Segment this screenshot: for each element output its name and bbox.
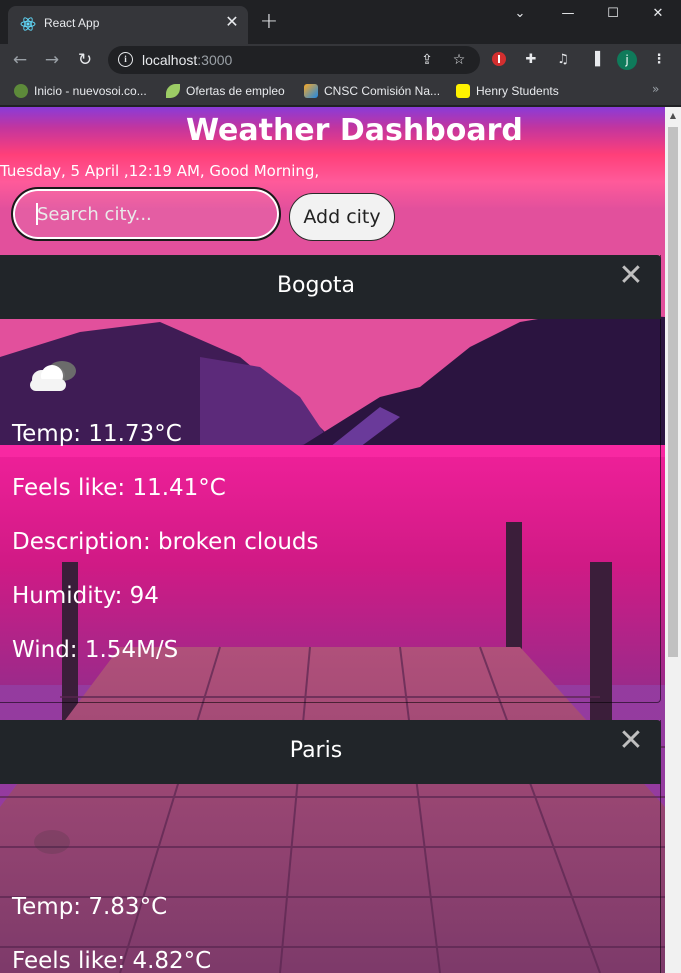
tab-close-icon[interactable]: ✕ xyxy=(224,14,240,30)
card-header: Paris ✕ xyxy=(0,720,661,784)
browser-titlebar: React App ✕ + ⌄ — ☐ ✕ xyxy=(0,0,681,44)
henry-icon xyxy=(456,84,470,98)
browser-tab[interactable]: React App ✕ xyxy=(8,6,248,44)
city-card-paris: Paris ✕ Temp: 7.83°C Feels like: 4.82°C xyxy=(0,720,661,973)
bookmark-star-icon[interactable]: ☆ xyxy=(450,51,468,69)
react-icon xyxy=(20,17,36,31)
page-viewport: Weather Dashboard Tuesday, 5 April ,12:1… xyxy=(0,107,665,973)
side-panel-icon[interactable]: ▐ xyxy=(586,51,604,69)
extensions-puzzle-icon[interactable]: ✚ xyxy=(522,51,540,69)
description-value: Description: broken clouds xyxy=(12,529,319,555)
profile-avatar[interactable]: j xyxy=(617,50,637,70)
cnsc-icon xyxy=(304,84,318,98)
tab-title: React App xyxy=(44,16,100,30)
more-menu-icon[interactable]: ⋮ xyxy=(650,51,668,69)
window-close-icon[interactable]: ✕ xyxy=(646,6,670,22)
temperature-value: Temp: 11.73°C xyxy=(12,421,182,447)
card-header: Bogota ✕ xyxy=(0,255,661,319)
text-cursor xyxy=(36,203,38,225)
reload-icon[interactable]: ↻ xyxy=(75,50,95,70)
add-city-button[interactable]: Add city xyxy=(289,193,395,241)
card-city-name: Paris xyxy=(289,738,343,763)
share-icon[interactable]: ⇪ xyxy=(418,51,436,69)
bookmarks-bar: Inicio - nuevosoi.co... Ofertas de emple… xyxy=(0,76,681,106)
temperature-value: Temp: 7.83°C xyxy=(12,894,168,920)
wind-value: Wind: 1.54M/S xyxy=(12,637,179,663)
browser-toolbar: ← → ↻ i localhost:3000 ⇪ ☆ ✚ ♫ ▐ j ⋮ xyxy=(0,44,681,76)
leaf-icon xyxy=(14,84,28,98)
card-city-name: Bogota xyxy=(276,273,356,298)
lime-leaf-icon xyxy=(166,84,180,98)
close-card-icon[interactable]: ✕ xyxy=(618,261,644,291)
bookmark-item[interactable]: Ofertas de empleo xyxy=(166,83,285,99)
date-greeting: Tuesday, 5 April ,12:19 AM, Good Morning… xyxy=(0,162,320,180)
bookmarks-more-icon[interactable]: » xyxy=(652,82,659,96)
bookmark-item[interactable]: Inicio - nuevosoi.co... xyxy=(14,83,147,99)
page-scrollbar[interactable]: ▲ xyxy=(665,107,681,973)
humidity-value: Humidity: 94 xyxy=(12,583,159,609)
new-tab-button[interactable]: + xyxy=(258,11,280,34)
weather-icon xyxy=(34,830,70,854)
extension-shield-icon[interactable] xyxy=(490,51,508,69)
back-arrow-icon[interactable]: ← xyxy=(10,50,30,70)
search-city-input[interactable] xyxy=(11,187,281,241)
city-card-bogota: Bogota ✕ Temp: 11.73°C Feels like: 11.41… xyxy=(0,255,661,703)
broken-clouds-icon xyxy=(30,361,76,391)
scrollbar-thumb[interactable] xyxy=(668,127,678,657)
bookmark-item[interactable]: Henry Students xyxy=(456,83,559,99)
address-bar[interactable]: i localhost:3000 ⇪ ☆ xyxy=(108,46,480,74)
minimize-icon[interactable]: — xyxy=(556,6,580,22)
site-info-icon[interactable]: i xyxy=(118,52,133,67)
feels-like-value: Feels like: 11.41°C xyxy=(12,475,226,501)
media-queue-icon[interactable]: ♫ xyxy=(554,51,572,69)
close-card-icon[interactable]: ✕ xyxy=(618,726,644,756)
scroll-up-icon[interactable]: ▲ xyxy=(668,111,678,121)
forward-arrow-icon[interactable]: → xyxy=(42,50,62,70)
feels-like-value: Feels like: 4.82°C xyxy=(12,948,212,973)
tab-search-icon[interactable]: ⌄ xyxy=(508,6,532,22)
bookmark-item[interactable]: CNSC Comisión Na... xyxy=(304,83,440,99)
maximize-icon[interactable]: ☐ xyxy=(601,6,625,22)
page-title: Weather Dashboard xyxy=(186,113,523,148)
url-text[interactable]: localhost:3000 xyxy=(142,52,232,68)
